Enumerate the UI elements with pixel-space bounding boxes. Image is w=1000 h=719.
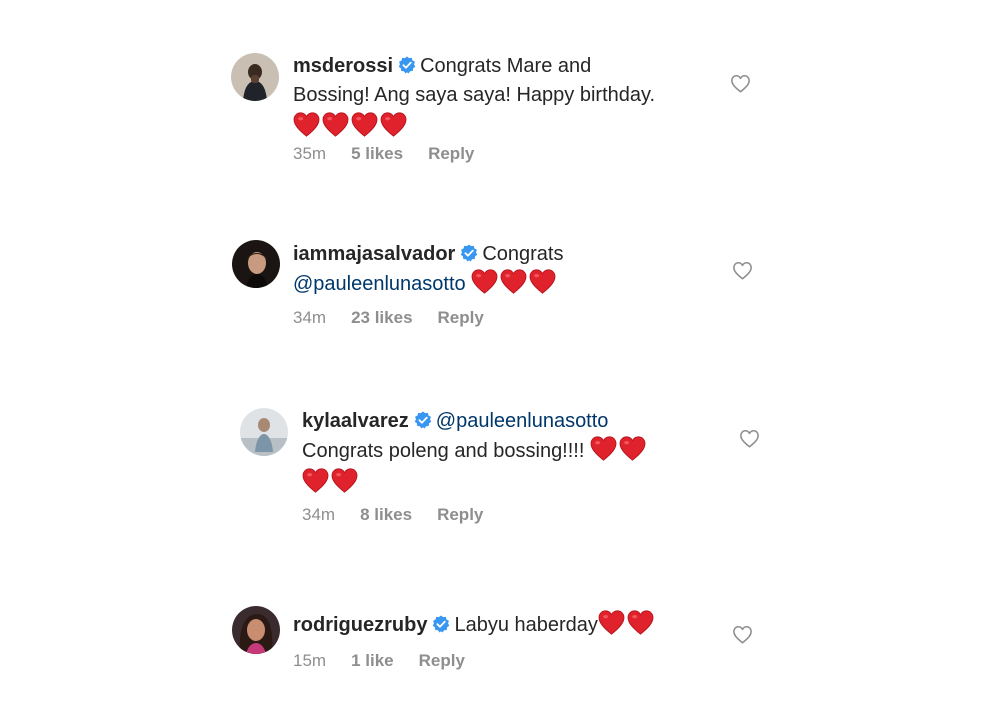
comment-time[interactable]: 15m <box>293 651 326 670</box>
red-heart-emoji-icon <box>322 112 349 137</box>
comment-body: msderossi Congrats Mare and Bossing! Ang … <box>293 52 713 142</box>
red-heart-emoji-icon <box>331 468 358 493</box>
comment-text: Congrats Mare and <box>420 55 592 77</box>
red-heart-emoji-icon <box>619 436 646 461</box>
comment-meta: 35m 5 likes Reply <box>293 144 499 164</box>
comment-body: iammajasalvador Congrats @pauleenlunasott… <box>293 240 713 299</box>
red-heart-emoji-icon <box>302 468 329 493</box>
heart-emojis <box>598 614 656 636</box>
heart-emojis <box>302 468 360 498</box>
comment-text: Congrats <box>482 243 564 265</box>
like-heart-icon[interactable] <box>730 74 751 93</box>
red-heart-emoji-icon <box>590 436 617 461</box>
reply-button[interactable]: Reply <box>428 144 474 163</box>
reply-button[interactable]: Reply <box>438 308 484 327</box>
comment-body: kylaalvarez @pauleenlunasotto Congrats po… <box>302 407 722 498</box>
like-heart-icon[interactable] <box>739 429 760 448</box>
comment-time[interactable]: 34m <box>302 505 335 524</box>
likes-count[interactable]: 8 likes <box>360 505 412 524</box>
verified-badge-icon <box>460 244 478 262</box>
likes-count[interactable]: 23 likes <box>351 308 412 327</box>
comment-meta: 34m 23 likes Reply <box>293 308 509 328</box>
red-heart-emoji-icon <box>529 269 556 294</box>
comment-text: Congrats poleng and bossing!!!! <box>302 440 585 462</box>
mention-link[interactable]: @pauleenlunasotto <box>293 273 466 295</box>
red-heart-emoji-icon <box>598 610 625 635</box>
avatar[interactable] <box>232 240 280 288</box>
avatar[interactable] <box>232 606 280 654</box>
username[interactable]: msderossi <box>293 55 393 77</box>
reply-button[interactable]: Reply <box>437 505 483 524</box>
mention-link[interactable]: @pauleenlunasotto <box>436 410 609 432</box>
verified-badge-icon <box>398 56 416 74</box>
verified-badge-icon <box>414 411 432 429</box>
username[interactable]: rodriguezruby <box>293 614 427 636</box>
verified-badge-icon <box>432 615 450 633</box>
heart-emojis <box>590 440 648 462</box>
red-heart-emoji-icon <box>351 112 378 137</box>
comment-text: Labyu haberday <box>454 614 598 636</box>
comment-text: Bossing! Ang saya saya! Happy birthday. <box>293 84 656 106</box>
heart-emojis <box>471 273 558 295</box>
username[interactable]: iammajasalvador <box>293 243 455 265</box>
comment-meta: 34m 8 likes Reply <box>302 505 508 525</box>
red-heart-emoji-icon <box>380 112 407 137</box>
comment-time[interactable]: 34m <box>293 308 326 327</box>
likes-count[interactable]: 1 like <box>351 651 394 670</box>
red-heart-emoji-icon <box>627 610 654 635</box>
likes-count[interactable]: 5 likes <box>351 144 403 163</box>
red-heart-emoji-icon <box>500 269 527 294</box>
avatar[interactable] <box>240 408 288 456</box>
comment-body: rodriguezruby Labyu haberday <box>293 610 713 640</box>
red-heart-emoji-icon <box>471 269 498 294</box>
like-heart-icon[interactable] <box>732 625 753 644</box>
red-heart-emoji-icon <box>293 112 320 137</box>
like-heart-icon[interactable] <box>732 261 753 280</box>
comment-meta: 15m 1 like Reply <box>293 651 490 671</box>
heart-emojis <box>293 112 409 142</box>
reply-button[interactable]: Reply <box>419 651 465 670</box>
comment-time[interactable]: 35m <box>293 144 326 163</box>
avatar[interactable] <box>231 53 279 101</box>
username[interactable]: kylaalvarez <box>302 410 409 432</box>
